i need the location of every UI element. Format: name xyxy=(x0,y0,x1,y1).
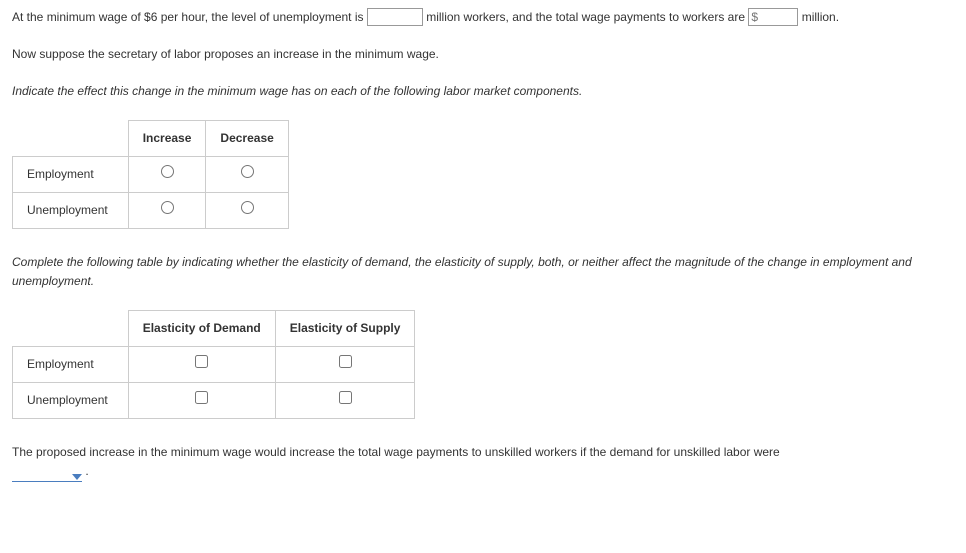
chevron-down-icon xyxy=(72,474,82,480)
row-unemployment-2: Unemployment xyxy=(13,382,129,418)
instruction-1: Indicate the effect this change in the m… xyxy=(12,82,954,101)
unemployment-input[interactable] xyxy=(367,8,423,26)
row-unemployment: Unemployment xyxy=(13,192,129,228)
employment-supply-checkbox[interactable] xyxy=(339,355,352,368)
table-row: Unemployment xyxy=(13,192,289,228)
table-row: Employment xyxy=(13,346,415,382)
employment-decrease-radio[interactable] xyxy=(241,165,254,178)
closing-text-2: . xyxy=(85,464,88,478)
col-increase: Increase xyxy=(128,120,206,156)
empty-header xyxy=(13,310,129,346)
unemployment-supply-checkbox[interactable] xyxy=(339,391,352,404)
unemployment-demand-checkbox[interactable] xyxy=(195,391,208,404)
instruction-2: Complete the following table by indicati… xyxy=(12,253,954,291)
row-employment-2: Employment xyxy=(13,346,129,382)
closing-paragraph: The proposed increase in the minimum wag… xyxy=(12,443,954,482)
elasticity-dropdown[interactable] xyxy=(12,462,82,482)
unemployment-decrease-radio[interactable] xyxy=(241,201,254,214)
closing-text-1: The proposed increase in the minimum wag… xyxy=(12,445,780,459)
col-decrease: Decrease xyxy=(206,120,288,156)
empty-header xyxy=(13,120,129,156)
employment-demand-checkbox[interactable] xyxy=(195,355,208,368)
table-row: Unemployment xyxy=(13,382,415,418)
row-employment: Employment xyxy=(13,156,129,192)
intro-text-3: million. xyxy=(802,10,839,24)
intro-text-1: At the minimum wage of $6 per hour, the … xyxy=(12,10,367,24)
col-elasticity-supply: Elasticity of Supply xyxy=(275,310,415,346)
intro-paragraph: At the minimum wage of $6 per hour, the … xyxy=(12,8,954,27)
unemployment-increase-radio[interactable] xyxy=(161,201,174,214)
table-row: Employment xyxy=(13,156,289,192)
intro-text-2: million workers, and the total wage paym… xyxy=(426,10,748,24)
effect-table: Increase Decrease Employment Unemploymen… xyxy=(12,120,289,230)
wage-payments-input[interactable] xyxy=(748,8,798,26)
elasticity-table: Elasticity of Demand Elasticity of Suppl… xyxy=(12,310,415,420)
employment-increase-radio[interactable] xyxy=(161,165,174,178)
proposal-text: Now suppose the secretary of labor propo… xyxy=(12,45,954,64)
col-elasticity-demand: Elasticity of Demand xyxy=(128,310,275,346)
